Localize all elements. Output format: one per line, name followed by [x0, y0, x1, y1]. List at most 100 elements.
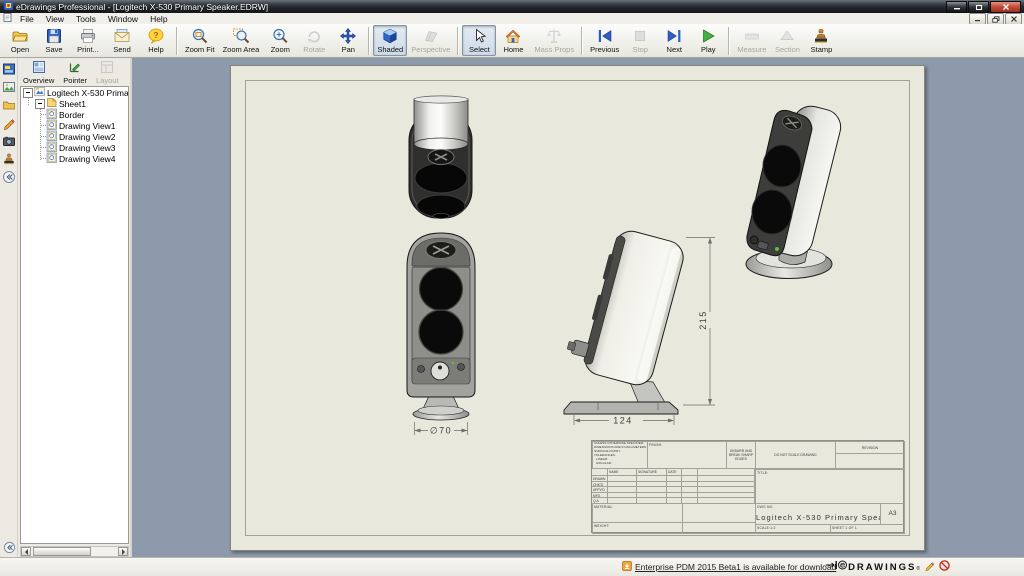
perspective-icon [422, 27, 440, 45]
views-palette-icon[interactable] [1, 61, 17, 77]
title-bar: eDrawings Professional - [Logitech X-530… [0, 0, 1024, 13]
drawing-canvas[interactable]: ∅70 124 215 [132, 58, 1024, 558]
folder-icon[interactable] [1, 97, 17, 113]
tab-layout[interactable]: Layout [93, 59, 122, 86]
pan-icon [339, 27, 357, 45]
stamp-button[interactable]: Stamp [804, 25, 838, 56]
perspective-button[interactable]: Perspective [407, 25, 454, 56]
tree-item-root[interactable]: Logitech X-530 Primary Speaker [21, 87, 128, 98]
pan-label: Pan [342, 45, 355, 54]
close-button[interactable] [990, 1, 1021, 13]
mass-props-label: Mass Props [534, 45, 574, 54]
view-top[interactable] [409, 96, 472, 219]
scroll-left-arrow[interactable] [21, 547, 31, 556]
col-signature: SIGNATURE [637, 469, 667, 476]
pan-button[interactable]: Pan [331, 25, 365, 56]
save-icon [45, 27, 63, 45]
sheet-size-cell: A3 [880, 503, 905, 525]
col-name: NAME [608, 469, 637, 476]
approval-table: NAME SIGNATURE DATE DRAWN CHK'D APPV'D M… [592, 469, 755, 504]
view-isometric[interactable] [746, 102, 844, 278]
dimension-height[interactable]: 215 [683, 238, 715, 406]
toolbar-separator [581, 27, 583, 55]
cell [698, 469, 755, 476]
collapse-toggle-icon[interactable] [35, 99, 45, 109]
tolerance-line: ANGULAR: [593, 462, 647, 466]
scrollbar-thumb[interactable] [33, 547, 91, 556]
zoom-button[interactable]: Zoom [263, 25, 297, 56]
sheet-number-cell: SHEET 1 OF 1 [830, 524, 905, 534]
status-bar: Enterprise PDM 2015 Beta1 is available f… [0, 557, 1024, 576]
pdm-notification[interactable]: Enterprise PDM 2015 Beta1 is available f… [622, 561, 836, 573]
tab-pointer-label: Pointer [63, 76, 87, 85]
play-label: Play [701, 45, 716, 54]
tree-item-border[interactable]: Border [21, 109, 128, 120]
image-icon[interactable] [1, 79, 17, 95]
dimension-depth[interactable]: 124 [574, 415, 674, 426]
save-label: Save [45, 45, 62, 54]
markup-pencil-status-icon[interactable] [924, 560, 935, 573]
minimize-button[interactable] [946, 1, 967, 13]
collapse-toggle-icon[interactable] [23, 88, 33, 98]
zoom-area-button[interactable]: Zoom Area [219, 25, 264, 56]
tree-item-view3[interactable]: Drawing View3 [21, 142, 128, 153]
dimension-base-diameter[interactable]: ∅70 [415, 422, 468, 436]
send-icon [113, 27, 131, 45]
no-markup-icon[interactable] [939, 560, 950, 573]
panel-horizontal-scrollbar[interactable] [20, 546, 129, 557]
stamp-tool-icon[interactable] [1, 151, 17, 167]
home-button[interactable]: Home [496, 25, 530, 56]
empty-cell [682, 522, 756, 534]
section-icon [778, 27, 796, 45]
collapse-panel-bottom-icon[interactable] [1, 539, 17, 555]
tree-view1-label: Drawing View1 [59, 121, 116, 131]
collapse-panel-icon[interactable] [1, 169, 17, 185]
measure-button[interactable]: Measure [733, 25, 770, 56]
zoom-icon [271, 27, 289, 45]
save-button[interactable]: Save [37, 25, 71, 56]
view-side[interactable] [563, 223, 687, 414]
empty-cell [682, 503, 756, 523]
dimension-height-text[interactable]: 215 [698, 310, 708, 330]
rotate-icon [305, 27, 323, 45]
tab-pointer[interactable]: Pointer [60, 59, 90, 86]
dimension-depth-text[interactable]: 124 [613, 416, 633, 426]
select-button[interactable]: Select [462, 25, 496, 56]
menu-tools[interactable]: Tools [70, 14, 102, 24]
send-button[interactable]: Send [105, 25, 139, 56]
next-label: Next [667, 45, 682, 54]
dimension-diameter-text[interactable]: ∅70 [430, 426, 452, 436]
stop-button[interactable]: Stop [623, 25, 657, 56]
zoom-fit-button[interactable]: Zoom Fit [181, 25, 219, 56]
tab-overview[interactable]: Overview [20, 59, 57, 86]
rotate-button[interactable]: Rotate [297, 25, 331, 56]
help-button[interactable]: ? Help [139, 25, 173, 56]
tree-item-view2[interactable]: Drawing View2 [21, 131, 128, 142]
restore-button[interactable] [968, 1, 989, 13]
title-label-cell: TITLE: [755, 469, 905, 504]
open-button[interactable]: Open [3, 25, 37, 56]
section-button[interactable]: Section [770, 25, 804, 56]
menu-file[interactable]: File [14, 14, 40, 24]
shaded-button[interactable]: Shaded [373, 25, 407, 56]
menu-help[interactable]: Help [144, 14, 173, 24]
menu-window[interactable]: Window [102, 14, 144, 24]
tree-item-sheet1[interactable]: Sheet1 [21, 98, 128, 109]
side-panel: Overview Pointer Layout Logitech X-530 P… [18, 58, 132, 558]
play-button[interactable]: Play [691, 25, 725, 56]
measure-label: Measure [737, 45, 766, 54]
tree-item-view1[interactable]: Drawing View1 [21, 120, 128, 131]
camera-icon[interactable] [1, 133, 17, 149]
shaded-label: Shaded [377, 45, 403, 54]
previous-button[interactable]: Previous [586, 25, 623, 56]
mass-props-button[interactable]: Mass Props [530, 25, 578, 56]
next-button[interactable]: Next [657, 25, 691, 56]
tree-item-view4[interactable]: Drawing View4 [21, 153, 128, 164]
document-icon[interactable] [3, 13, 12, 24]
menu-view[interactable]: View [40, 14, 70, 24]
pdm-notification-text[interactable]: Enterprise PDM 2015 Beta1 is available f… [635, 562, 836, 572]
view-front[interactable] [407, 233, 475, 420]
scroll-right-arrow[interactable] [118, 547, 128, 556]
markup-pencil-icon[interactable] [1, 115, 17, 131]
print-button[interactable]: Print... [71, 25, 105, 56]
